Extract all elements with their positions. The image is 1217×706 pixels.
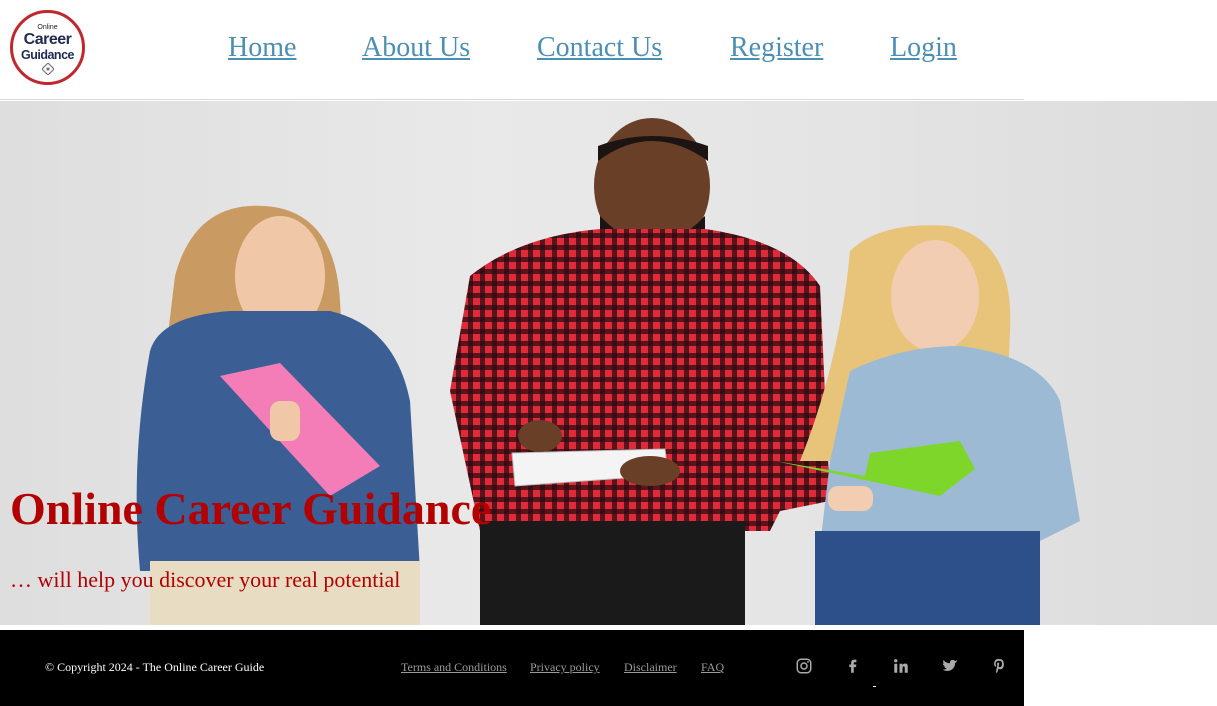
hero-title: Online Career Guidance: [10, 483, 492, 534]
site-footer: © Copyright 2024 - The Online Career Gui…: [0, 630, 1024, 706]
hero-subtitle: … will help you discover your real poten…: [10, 567, 401, 592]
person-right-figure: [775, 225, 1080, 625]
main-nav: Home About Us Contact Us Register Login: [0, 32, 1024, 72]
footer-dot: [873, 686, 876, 687]
footer-disclaimer-link[interactable]: Disclaimer: [624, 660, 677, 675]
footer-terms-link[interactable]: Terms and Conditions: [401, 660, 507, 675]
footer-privacy-link[interactable]: Privacy policy: [530, 660, 600, 675]
nav-contact-link[interactable]: Contact Us: [537, 32, 662, 64]
footer-faq-link[interactable]: FAQ: [701, 660, 724, 675]
pinterest-icon[interactable]: [990, 657, 1008, 675]
nav-login-link[interactable]: Login: [890, 32, 957, 64]
instagram-icon[interactable]: [795, 657, 813, 675]
site-header: Online Career Guidance Home About Us Con…: [0, 0, 1024, 100]
person-center-figure: [450, 118, 830, 625]
nav-about-link[interactable]: About Us: [362, 32, 470, 64]
hero-photo: [136, 118, 1080, 625]
twitter-icon[interactable]: [941, 657, 959, 675]
facebook-icon[interactable]: [844, 657, 862, 675]
linkedin-icon[interactable]: [892, 657, 910, 675]
nav-register-link[interactable]: Register: [730, 32, 823, 64]
hero-banner: Online Career Guidance … will help you d…: [0, 101, 1217, 625]
copyright-text: © Copyright 2024 - The Online Career Gui…: [45, 660, 265, 674]
nav-home-link[interactable]: Home: [228, 32, 296, 64]
person-left-figure: [136, 205, 420, 625]
